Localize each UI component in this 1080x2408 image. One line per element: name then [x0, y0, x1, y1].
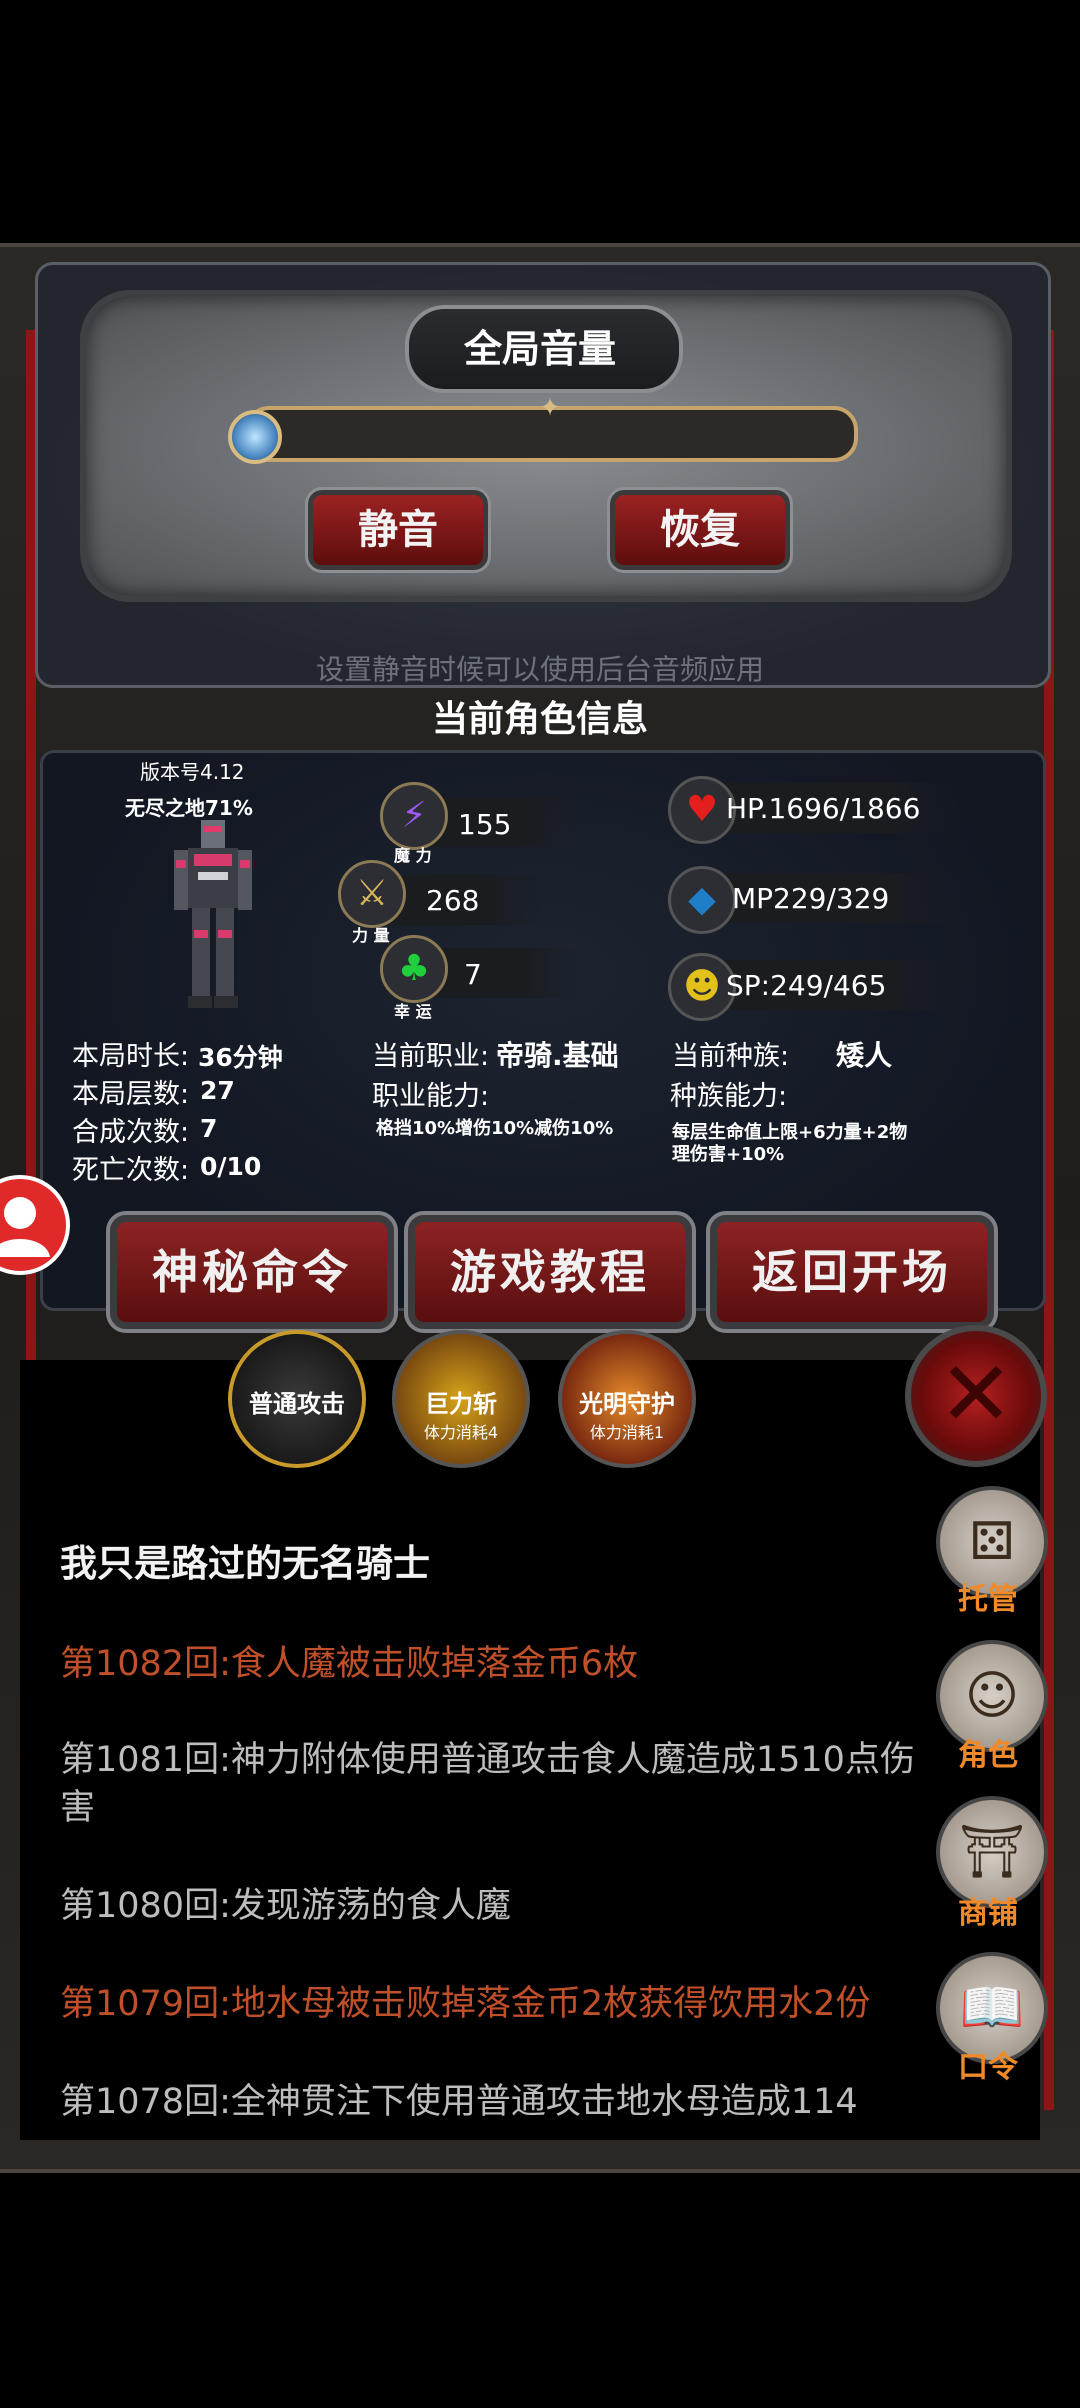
clover-icon: ♣ — [380, 935, 448, 1003]
job-label: 当前职业: — [372, 1041, 490, 1072]
auto-label[interactable]: 托管 — [936, 1574, 1040, 1618]
mp-value: MP229/329 — [732, 882, 890, 915]
race-ability-line2: 理伤害+10% — [672, 1144, 785, 1165]
log-entry: 第1081回:神力附体使用普通攻击食人魔造成1510点伤害 — [60, 1740, 915, 1828]
log-entry: 第1080回:发现游荡的食人魔 — [60, 1886, 511, 1926]
sp-value: SP:249/465 — [726, 969, 887, 1002]
strength-value: 268 — [426, 884, 480, 917]
log-entry: 第1079回:地水母被击败掉落金币2枚获得饮用水2份 — [60, 1984, 871, 2024]
skill-power-slash-label: 巨力斩 — [425, 1390, 497, 1418]
magic-icon: ⚡ — [380, 782, 448, 850]
progress-label: 无尽之地71% — [125, 796, 253, 820]
version-label: 版本号4.12 — [140, 760, 245, 784]
strength-icon: ⚔ — [338, 860, 406, 928]
code-label[interactable]: 口令 — [936, 2042, 1040, 2086]
slider-ornament-icon: ✦ — [539, 393, 561, 423]
magic-value: 155 — [458, 808, 512, 841]
duration-label: 本局时长: — [72, 1041, 190, 1072]
mute-button[interactable]: 静音 — [305, 487, 491, 573]
skill-normal-attack[interactable]: 普通攻击 — [228, 1330, 366, 1468]
job-ability-label: 职业能力: — [372, 1081, 490, 1112]
log-header: 我只是路过的无名骑士 — [60, 1542, 430, 1585]
hero-sprite — [174, 820, 252, 1008]
hp-value: HP.1696/1866 — [726, 792, 921, 825]
luck-label: 幸 运 — [394, 1002, 432, 1021]
volume-slider-knob[interactable] — [228, 410, 282, 464]
volume-hint: 设置静音时候可以使用后台音频应用 — [315, 653, 764, 686]
skill-light-guard-label: 光明守护 — [579, 1390, 675, 1418]
skill-power-slash-cost: 体力消耗4 — [423, 1423, 499, 1442]
synth-value: 7 — [200, 1114, 218, 1143]
skill-light-guard-cost: 体力消耗1 — [589, 1423, 665, 1442]
job-value: 帝骑.基础 — [496, 1039, 619, 1072]
skill-normal-attack-label: 普通攻击 — [249, 1390, 345, 1418]
restore-button[interactable]: 恢复 — [607, 487, 793, 573]
close-icon[interactable]: ✕ — [905, 1325, 1047, 1467]
volume-title: 全局音量 — [463, 327, 616, 371]
strength-label: 力 量 — [352, 926, 390, 945]
job-ability-value: 格挡10%增伤10%减伤10% — [376, 1118, 614, 1139]
synth-label: 合成次数: — [72, 1117, 190, 1148]
mana-icon: ◆ — [668, 866, 736, 934]
character-section-title: 当前角色信息 — [431, 699, 648, 740]
race-ability-label: 种族能力: — [670, 1081, 788, 1112]
secret-command-button[interactable]: 神秘命令 — [106, 1211, 398, 1333]
death-value: 0/10 — [200, 1152, 262, 1181]
shop-label[interactable]: 商铺 — [936, 1888, 1040, 1932]
back-to-start-button[interactable]: 返回开场 — [706, 1211, 998, 1333]
race-value: 矮人 — [836, 1039, 893, 1072]
duration-value: 36分钟 — [198, 1043, 283, 1072]
race-label: 当前种族: — [672, 1041, 790, 1072]
role-label[interactable]: 角色 — [936, 1730, 1040, 1774]
floors-value: 27 — [200, 1076, 235, 1105]
magic-label: 魔 力 — [394, 846, 432, 865]
skill-light-guard[interactable]: 光明守护 体力消耗1 — [558, 1330, 696, 1468]
luck-value: 7 — [464, 958, 482, 991]
tutorial-button[interactable]: 游戏教程 — [404, 1211, 696, 1333]
skill-power-slash[interactable]: 巨力斩 体力消耗4 — [392, 1330, 530, 1468]
user-avatar-icon[interactable] — [0, 1175, 70, 1275]
log-entry: 第1078回:全神贯注下使用普通攻击地水母造成114 — [60, 2082, 858, 2122]
floors-label: 本局层数: — [72, 1079, 190, 1110]
death-label: 死亡次数: — [72, 1155, 190, 1186]
log-entry: 第1082回:食人魔被击败掉落金币6枚 — [60, 1644, 639, 1684]
